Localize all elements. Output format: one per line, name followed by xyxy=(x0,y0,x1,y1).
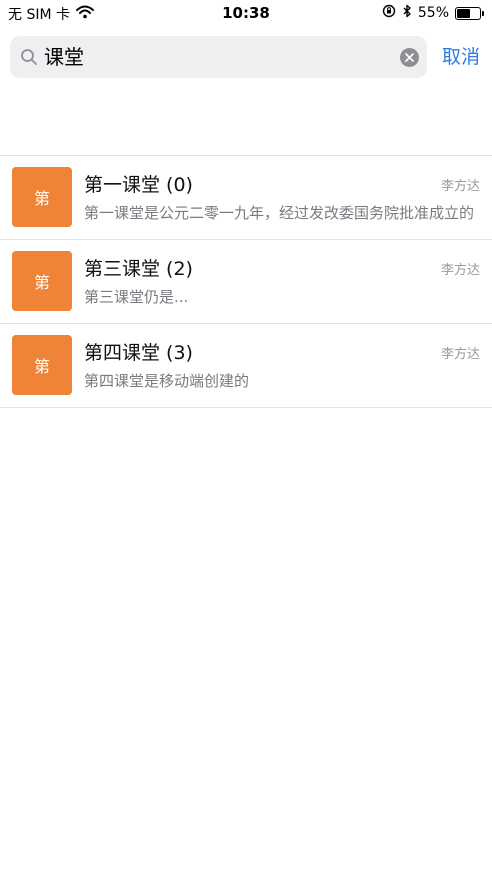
item-description: 第一课堂是公元二零一九年，经过发改委国务院批准成立的 xyxy=(84,204,475,222)
battery-icon xyxy=(455,6,484,20)
orientation-lock-icon xyxy=(382,4,396,22)
search-icon xyxy=(20,48,38,66)
search-results-list: 第 第一课堂 (0) 李方达 第一课堂是公元二零一九年，经过发改委国务院批准成立… xyxy=(0,155,492,408)
item-author: 李方达 xyxy=(440,263,480,278)
avatar: 第 xyxy=(12,167,72,227)
item-title: 第三课堂 (2) xyxy=(84,258,193,280)
item-description: 第四课堂是移动端创建的 xyxy=(84,372,250,390)
list-item[interactable]: 第 第三课堂 (2) 李方达 第三课堂仍是... xyxy=(0,240,492,324)
clear-search-button[interactable] xyxy=(400,48,419,67)
item-title: 第四课堂 (3) xyxy=(84,342,193,364)
avatar: 第 xyxy=(12,251,72,311)
close-icon xyxy=(405,53,414,62)
search-bar: 取消 xyxy=(0,34,492,80)
item-title: 第一课堂 (0) xyxy=(84,174,193,196)
avatar: 第 xyxy=(12,335,72,395)
battery-percent: 55% xyxy=(417,5,449,21)
bluetooth-icon xyxy=(402,4,412,22)
item-author: 李方达 xyxy=(440,179,480,194)
search-input[interactable] xyxy=(44,36,394,78)
search-field[interactable] xyxy=(10,36,427,78)
item-description: 第三课堂仍是... xyxy=(84,288,189,306)
list-item[interactable]: 第 第四课堂 (3) 李方达 第四课堂是移动端创建的 xyxy=(0,324,492,408)
status-bar: 无 SIM 卡 10:38 55% xyxy=(0,0,492,26)
list-item[interactable]: 第 第一课堂 (0) 李方达 第一课堂是公元二零一九年，经过发改委国务院批准成立… xyxy=(0,156,492,240)
item-author: 李方达 xyxy=(440,347,480,362)
cancel-button[interactable]: 取消 xyxy=(442,34,480,80)
